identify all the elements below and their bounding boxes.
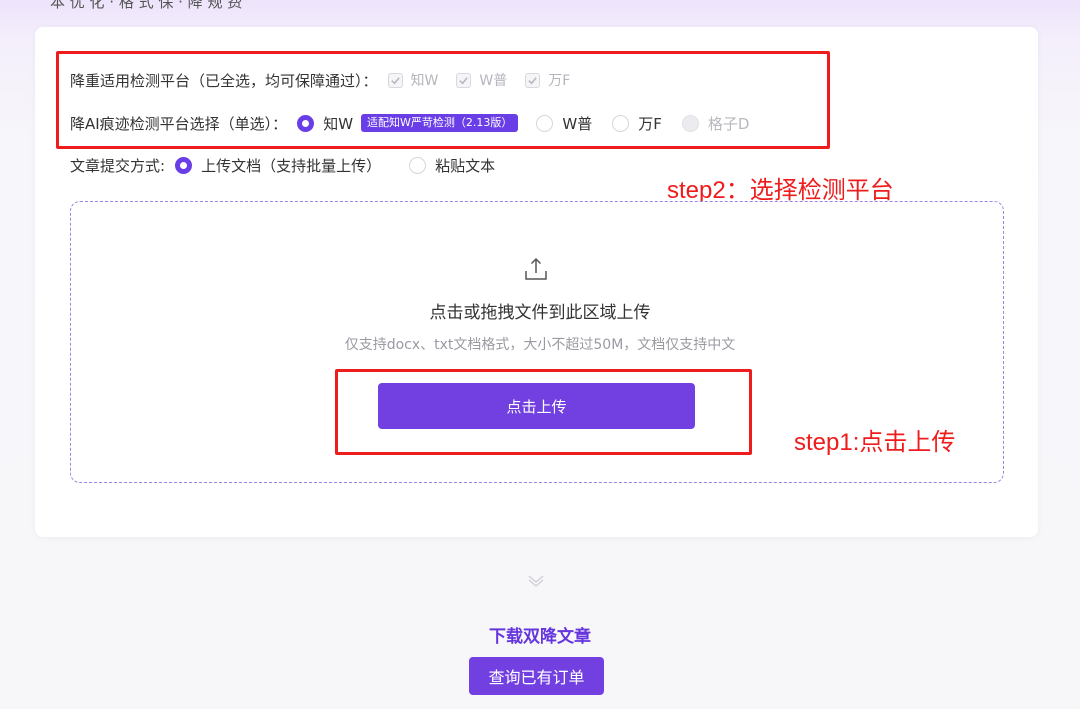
radio-upload-doc[interactable] xyxy=(175,156,193,174)
step1-annotation: step1:点击上传 xyxy=(794,429,956,456)
dropzone-title: 点击或拖拽文件到此区域上传 xyxy=(429,303,651,323)
upload-icon xyxy=(525,257,547,280)
submit-method-row: 文章提交方式: 上传文档（支持批量上传） 粘贴文本 xyxy=(70,154,515,176)
step2-highlight-box xyxy=(56,51,830,149)
radio-label-paste-text[interactable]: 粘贴文本 xyxy=(435,155,495,176)
dropzone-hint: 仅支持docx、txt文档格式，大小不超过50M，文档仅支持中文 xyxy=(344,337,736,353)
radio-paste-text[interactable] xyxy=(409,156,427,174)
step2-annotation: step2：选择检测平台 xyxy=(667,177,894,204)
top-partial-text: 本 优 化 · 格 式 保 · 降 规 费 xyxy=(50,0,243,11)
download-article-link[interactable]: 下载双降文章 xyxy=(0,622,1080,647)
radio-label-upload-doc[interactable]: 上传文档（支持批量上传） xyxy=(201,155,381,176)
step1-highlight-box xyxy=(335,369,752,455)
submit-method-label: 文章提交方式: xyxy=(70,156,166,175)
query-orders-button[interactable]: 查询已有订单 xyxy=(469,657,604,695)
chevron-down-icon xyxy=(528,575,544,587)
